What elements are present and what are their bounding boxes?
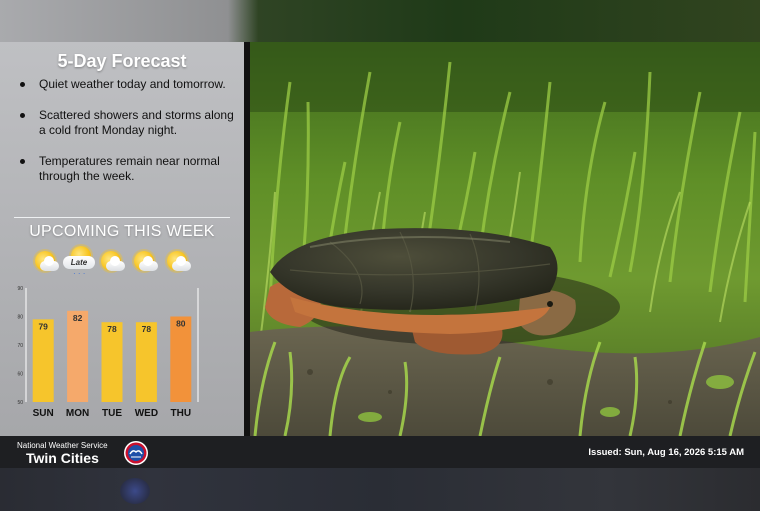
bar-sun <box>32 319 54 402</box>
rain-drops-icon: · · · <box>73 269 86 278</box>
bullet-text: Scattered showers and storms along a col… <box>39 108 234 137</box>
x-category-label: TUE <box>102 408 122 419</box>
partly-sunny-icon <box>98 247 128 277</box>
forecast-bullet: Temperatures remain near normal through … <box>18 154 240 184</box>
forecast-bullets: Quiet weather today and tomorrow. Scatte… <box>18 77 240 200</box>
nws-office-name: Twin Cities <box>26 450 99 466</box>
late-label: Late <box>63 256 95 269</box>
bullet-dot <box>20 113 25 118</box>
upcoming-heading: UPCOMING THIS WEEK <box>29 223 215 240</box>
bar-value-label: 79 <box>38 321 48 331</box>
y-tick-label: 70 <box>17 343 23 349</box>
y-tick-label: 60 <box>17 372 23 378</box>
nws-logo-icon <box>124 441 148 465</box>
bullet-text: Quiet weather today and tomorrow. <box>39 77 226 91</box>
y-tick-label: 80 <box>17 315 23 321</box>
y-tick-label: 90 <box>17 286 23 292</box>
bullet-dot <box>20 159 25 164</box>
issued-timestamp: Issued: Sun, Aug 16, 2026 5:15 AM <box>588 447 744 458</box>
bullet-dot <box>20 82 25 87</box>
bar-value-label: 80 <box>176 319 186 329</box>
nws-org-label: National Weather Service <box>17 441 108 450</box>
y-tick-label: 50 <box>17 400 23 406</box>
section-divider <box>14 217 230 218</box>
bar-thu <box>170 316 192 402</box>
forecast-panel: 5-Day Forecast Quiet weather today and t… <box>0 42 244 436</box>
partly-sunny-icon <box>32 247 62 277</box>
letterbox-top <box>0 0 760 42</box>
bar-mon <box>67 310 89 402</box>
blurred-logo <box>120 478 150 504</box>
partly-sunny-icon <box>164 247 194 277</box>
forecast-bullet: Scattered showers and storms along a col… <box>18 108 240 138</box>
partly-sunny-icon <box>131 247 161 277</box>
temperature-bar-chart: 50 60 70 80 90 79 SUN 82 MON 78 TUE 78 WED 80 THU <box>17 286 199 419</box>
bullet-text: Temperatures remain near normal through … <box>39 154 220 183</box>
x-category-label: THU <box>171 408 192 419</box>
forecast-title: 5-Day Forecast <box>57 51 187 71</box>
weather-icons-row: Late · · · <box>30 246 200 279</box>
partly-sunny-late-rain-icon: Late · · · <box>63 246 95 278</box>
bar-value-label: 78 <box>107 324 117 334</box>
turtle-photo <box>250 42 760 436</box>
bar-value-label: 78 <box>142 324 152 334</box>
forecast-bullet: Quiet weather today and tomorrow. <box>18 77 240 92</box>
x-category-label: MON <box>66 408 89 419</box>
bar-value-label: 82 <box>73 313 83 323</box>
x-category-label: WED <box>135 408 158 419</box>
snapping-turtle-image <box>250 42 760 436</box>
x-category-label: SUN <box>33 408 54 419</box>
letterbox-bottom <box>0 468 760 511</box>
